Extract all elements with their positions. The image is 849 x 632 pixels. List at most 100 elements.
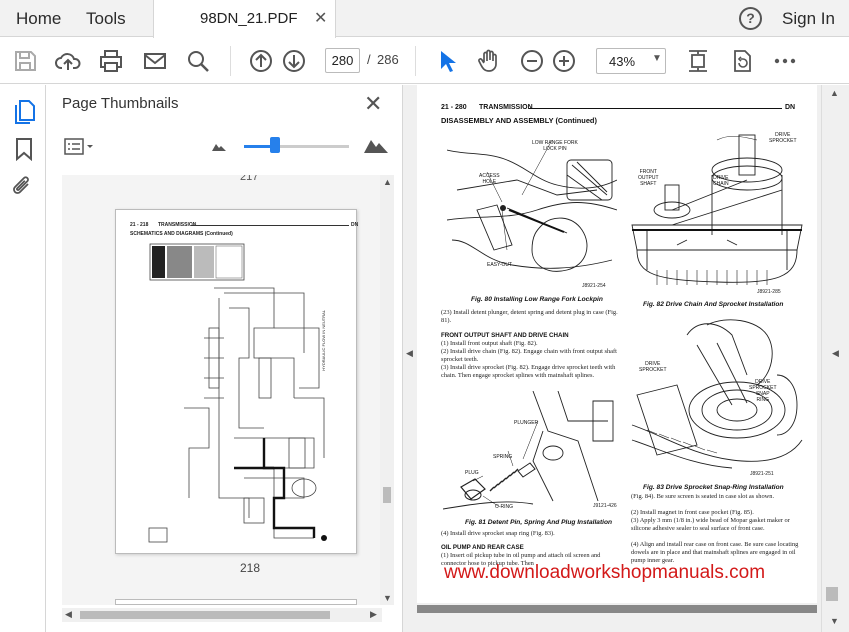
step-front-2: (2) Install drive chain (Fig. 82). Engag… [441, 348, 617, 363]
mail-icon[interactable] [142, 48, 168, 74]
right-para-1: (Fig. 84). Be sure screen is seated in c… [631, 493, 775, 500]
panel-title: Page Thumbnails [62, 95, 179, 112]
menu-home[interactable]: Home [16, 9, 61, 29]
fig83-id: J8921-251 [750, 471, 774, 477]
left-rail [0, 85, 46, 632]
figure-83-illustration [631, 319, 803, 469]
search-icon[interactable] [185, 48, 211, 74]
scroll-left-icon[interactable]: ◀ [65, 609, 72, 620]
previous-page-arrow-icon[interactable]: ◀ [406, 348, 413, 359]
figure-80-illustration [447, 139, 617, 272]
more-icon[interactable] [772, 48, 798, 74]
document-tab-title: 98DN_21.PDF [200, 10, 298, 27]
page-header-mid: TRANSMISSION [479, 104, 533, 111]
zoom-in-icon[interactable] [551, 48, 577, 74]
document-tab[interactable]: 98DN_21.PDF ✕ [153, 0, 336, 38]
paragraph-23: (23) Install detent plunger, detent spri… [441, 309, 618, 324]
thumbnail-size-slider-handle[interactable] [270, 137, 280, 153]
menu-bar: Home Tools 98DN_21.PDF ✕ ? Sign In [0, 0, 849, 38]
zoom-select[interactable]: 43% ▼ [596, 48, 666, 74]
bookmark-icon[interactable] [14, 137, 34, 161]
page-header-rule [529, 108, 782, 109]
thumbnail-page-218[interactable]: 21 - 218 TRANSMISSION DN SCHEMATICS AND … [115, 209, 359, 554]
fig81-callout-plunger: PLUNGER [514, 420, 539, 426]
scroll-down-icon[interactable]: ▼ [383, 593, 392, 603]
fig81-caption: Fig. 81 Detent Pin, Spring And Plug Inst… [465, 519, 613, 526]
scrollbar-thumb[interactable] [80, 611, 330, 619]
help-icon[interactable]: ? [739, 7, 762, 30]
fig83-callout-snap-ring: DRIVE SPROCKET SNAP RING [749, 379, 777, 403]
save-icon[interactable] [12, 48, 38, 74]
select-cursor-icon[interactable] [434, 48, 460, 74]
large-thumbnail-icon[interactable] [364, 137, 388, 153]
thumb-header-rule [191, 225, 349, 226]
close-tab-icon[interactable]: ✕ [314, 8, 327, 28]
print-icon[interactable] [98, 48, 124, 74]
fig80-caption: Fig. 80 Installing Low Range Fork Lockpi… [471, 296, 603, 303]
fig83-caption: Fig. 83 Drive Sprocket Snap-Ring Install… [643, 484, 784, 491]
page-total: 286 [377, 52, 399, 67]
chevron-down-icon: ▼ [652, 53, 662, 64]
fig80-callout-easy-out: EASY-OUT [487, 262, 513, 268]
hand-tool-icon[interactable] [476, 48, 502, 74]
rotate-icon[interactable] [729, 48, 755, 74]
document-vertical-scrollbar[interactable]: ▲ ◀ ▼ [821, 85, 849, 632]
small-thumbnail-icon[interactable] [212, 141, 226, 151]
heading-oil-pump: OIL PUMP AND REAR CASE [441, 544, 524, 551]
thumb-side-caption: HYDRAULIC FLOW IN NEUTRAL [321, 310, 326, 371]
thumb-header-right: DN [351, 222, 359, 228]
fig82-id: J8921-285 [757, 289, 781, 295]
page-header-right: DN [785, 104, 796, 111]
fit-page-icon[interactable] [685, 48, 711, 74]
toolbar-divider [415, 46, 416, 76]
zoom-out-icon[interactable] [519, 48, 545, 74]
step-front-1: (1) Install front output shaft (Fig. 82)… [441, 340, 538, 347]
thumb-subtitle: SCHEMATICS AND DIAGRAMS (Continued) [130, 231, 233, 237]
upload-cloud-icon[interactable] [55, 48, 81, 74]
scroll-up-icon[interactable]: ▲ [383, 177, 392, 187]
scroll-right-icon[interactable]: ▶ [370, 609, 377, 620]
menu-tools[interactable]: Tools [86, 9, 126, 29]
fig82-caption: Fig. 82 Drive Chain And Sprocket Install… [643, 301, 784, 308]
pdf-page: 21 - 280 TRANSMISSION DN DISASSEMBLY AND… [417, 85, 817, 603]
thumbnail-page-next[interactable] [115, 599, 357, 605]
thumbnail-label-prev: 217 [240, 175, 259, 183]
thumbnail-list: 217 21 - 218 TRANSMISSION DN SCHEMATICS … [62, 175, 381, 605]
thumbnail-horizontal-scrollbar[interactable]: ◀ ▶ [62, 608, 382, 622]
step-4: (4) Install drive sprocket snap ring (Fi… [441, 530, 555, 537]
figure-81-illustration [443, 391, 614, 510]
fig80-callout-lockpin: LOW RANGE FORK LOCK PIN [532, 140, 578, 152]
fig81-id: J9121-426 [593, 503, 617, 509]
sign-in-link[interactable]: Sign In [782, 9, 835, 29]
next-page-icon[interactable] [281, 48, 307, 74]
fig80-callout-access-hole: ACCESS HOLE [479, 173, 500, 185]
fig82-callout-drive-chain: DRIVE CHAIN [713, 175, 729, 187]
figure-82-illustration [631, 134, 803, 285]
right-para-3: (3) Apply 3 mm (1/8 in.) wide bead of Mo… [631, 517, 790, 532]
prev-page-icon[interactable] [248, 48, 274, 74]
page-number-input[interactable]: 280 [325, 48, 360, 73]
scroll-up-icon[interactable]: ▲ [830, 88, 839, 98]
section-title: DISASSEMBLY AND ASSEMBLY (Continued) [441, 116, 597, 125]
fig80-id: J8921-254 [582, 283, 606, 289]
toolbar-divider [230, 46, 231, 76]
scrollbar-thumb[interactable] [826, 587, 838, 601]
right-panel-toggle-icon[interactable]: ◀ [832, 348, 839, 359]
watermark-text: www.downloadworkshopmanuals.com [444, 562, 766, 583]
thumbnails-panel: Page Thumbnails ✕ 217 21 - 218 TRANSMISS… [46, 85, 403, 632]
fig82-callout-front-output-shaft: FRONT OUTPUT SHAFT [638, 169, 659, 187]
scroll-down-icon[interactable]: ▼ [830, 616, 839, 626]
thumb-header-left: 21 - 218 [130, 222, 149, 228]
document-view[interactable]: 21 - 280 TRANSMISSION DN DISASSEMBLY AND… [403, 85, 849, 632]
hydraulic-schematic-diagram [148, 243, 327, 543]
page-separator: / [367, 52, 371, 67]
page-thumbnails-icon[interactable] [12, 99, 36, 125]
right-para-2: (2) Install magnet in front case pocket … [631, 509, 754, 516]
page-header-left: 21 - 280 [441, 104, 467, 111]
scrollbar-thumb[interactable] [383, 487, 391, 503]
attachment-icon[interactable] [12, 174, 34, 198]
thumbnail-options-icon[interactable] [64, 138, 96, 156]
thumbnail-vertical-scrollbar[interactable]: ▲ ▼ [380, 175, 394, 605]
fig83-callout-drive-sprocket: DRIVE SPROCKET [639, 361, 667, 373]
close-panel-icon[interactable]: ✕ [364, 91, 382, 117]
